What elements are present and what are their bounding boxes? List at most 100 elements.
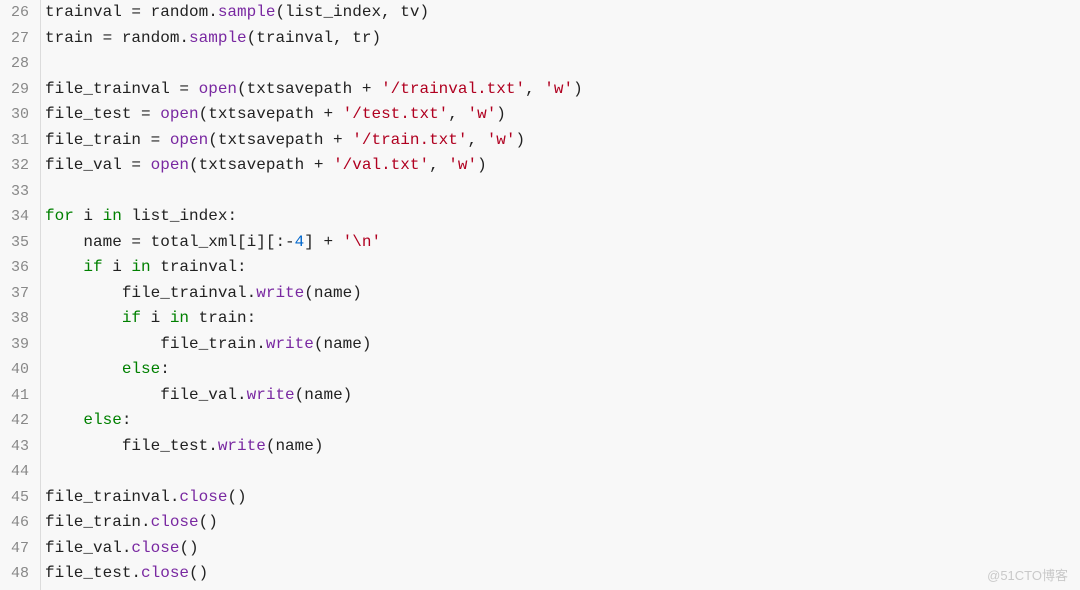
line-number: 42	[0, 408, 40, 434]
code-token: (txtsavepath +	[189, 156, 333, 174]
code-token: file_test.	[45, 437, 218, 455]
code-token: :	[160, 360, 170, 378]
code-line: file_trainval.close()	[45, 485, 1080, 511]
code-token: (txtsavepath +	[208, 131, 352, 149]
code-token: open	[151, 156, 189, 174]
code-token: close	[179, 488, 227, 506]
line-number: 36	[0, 255, 40, 281]
code-token: file_train.	[45, 335, 266, 353]
code-token: sample	[218, 3, 276, 21]
code-line: for i in list_index:	[45, 204, 1080, 230]
code-token: in	[170, 309, 189, 327]
code-token: (txtsavepath +	[199, 105, 343, 123]
code-token: '\n'	[343, 233, 381, 251]
code-token: file_trainval =	[45, 80, 199, 98]
code-line: file_val.close()	[45, 536, 1080, 562]
line-number: 33	[0, 179, 40, 205]
code-token: in	[103, 207, 122, 225]
code-token: '/test.txt'	[343, 105, 449, 123]
code-token: )	[496, 105, 506, 123]
line-number: 31	[0, 128, 40, 154]
code-token: ,	[429, 156, 448, 174]
line-number: 34	[0, 204, 40, 230]
code-token: (name)	[295, 386, 353, 404]
code-token: open	[170, 131, 208, 149]
code-token: 'w'	[467, 105, 496, 123]
code-line: name = total_xml[i][:-4] + '\n'	[45, 230, 1080, 256]
code-token: file_val.	[45, 386, 247, 404]
code-token: if	[122, 309, 141, 327]
code-token	[45, 258, 83, 276]
code-token: ,	[448, 105, 467, 123]
code-line: file_trainval.write(name)	[45, 281, 1080, 307]
code-token: ,	[525, 80, 544, 98]
code-line: else:	[45, 357, 1080, 383]
code-line	[45, 179, 1080, 205]
code-token: ,	[467, 131, 486, 149]
code-token: list_index:	[122, 207, 237, 225]
line-number: 38	[0, 306, 40, 332]
code-token: ()	[199, 513, 218, 531]
code-token: file_val =	[45, 156, 151, 174]
code-token	[45, 360, 122, 378]
line-number: 39	[0, 332, 40, 358]
code-token: else	[83, 411, 121, 429]
line-number: 27	[0, 26, 40, 52]
line-number: 28	[0, 51, 40, 77]
code-token: write	[247, 386, 295, 404]
code-token: :	[122, 411, 132, 429]
line-number: 47	[0, 536, 40, 562]
code-token: 'w'	[544, 80, 573, 98]
code-token: file_test =	[45, 105, 160, 123]
code-token: '/val.txt'	[333, 156, 429, 174]
code-token: i	[74, 207, 103, 225]
code-line: file_test.write(name)	[45, 434, 1080, 460]
line-number: 48	[0, 561, 40, 587]
code-token: (trainval, tr)	[247, 29, 381, 47]
code-token: write	[266, 335, 314, 353]
code-token: for	[45, 207, 74, 225]
line-number: 29	[0, 77, 40, 103]
code-token: (name)	[304, 284, 362, 302]
code-token: file_trainval.	[45, 488, 179, 506]
code-token: train = random.	[45, 29, 189, 47]
code-editor: 2627282930313233343536373839404142434445…	[0, 0, 1080, 590]
code-line	[45, 459, 1080, 485]
code-token: )	[516, 131, 526, 149]
code-line: file_val.write(name)	[45, 383, 1080, 409]
line-number: 30	[0, 102, 40, 128]
code-token: i	[103, 258, 132, 276]
code-token: file_train.	[45, 513, 151, 531]
line-number: 44	[0, 459, 40, 485]
code-token: ()	[227, 488, 246, 506]
code-token: i	[141, 309, 170, 327]
line-number: 46	[0, 510, 40, 536]
code-line: file_test = open(txtsavepath + '/test.tx…	[45, 102, 1080, 128]
code-token: (name)	[266, 437, 324, 455]
line-number: 40	[0, 357, 40, 383]
code-token: name = total_xml[i][:-	[45, 233, 295, 251]
code-token: (name)	[314, 335, 372, 353]
code-token: open	[160, 105, 198, 123]
line-number: 45	[0, 485, 40, 511]
code-token: if	[83, 258, 102, 276]
code-line: file_trainval = open(txtsavepath + '/tra…	[45, 77, 1080, 103]
code-area: trainval = random.sample(list_index, tv)…	[41, 0, 1080, 590]
code-token: (list_index, tv)	[275, 3, 429, 21]
code-token: '/trainval.txt'	[381, 80, 525, 98]
code-line: file_train.write(name)	[45, 332, 1080, 358]
code-line: file_test.close()	[45, 561, 1080, 587]
code-token: ()	[189, 564, 208, 582]
line-number: 43	[0, 434, 40, 460]
line-number: 37	[0, 281, 40, 307]
code-line: file_train = open(txtsavepath + '/train.…	[45, 128, 1080, 154]
code-token: 'w'	[487, 131, 516, 149]
line-number: 32	[0, 153, 40, 179]
code-token: file_test.	[45, 564, 141, 582]
code-token: close	[131, 539, 179, 557]
code-token: 'w'	[448, 156, 477, 174]
code-token: )	[573, 80, 583, 98]
code-token: write	[218, 437, 266, 455]
code-token: close	[151, 513, 199, 531]
code-token: sample	[189, 29, 247, 47]
